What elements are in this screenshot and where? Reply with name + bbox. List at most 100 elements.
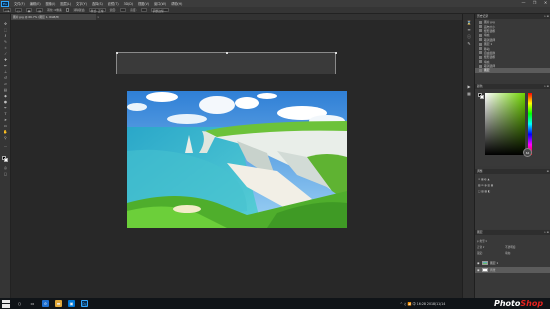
subtract-selection-button[interactable]: ▤ <box>36 7 44 13</box>
color-picker-field[interactable] <box>485 93 525 155</box>
dodge-tool-icon[interactable]: ● <box>3 100 8 104</box>
opacity-field[interactable]: 不透明度: <box>505 245 516 249</box>
search-icon[interactable]: ○ <box>16 300 23 307</box>
close-icon[interactable]: ✕ <box>543 1 548 5</box>
screen-mode-icon[interactable]: ▢ <box>3 172 8 176</box>
eyedropper-tool-icon[interactable]: ⁄ <box>3 52 8 56</box>
color-panel-title[interactable]: 颜色 <box>477 84 483 89</box>
history-panel-icon[interactable]: ⌛ <box>466 20 472 25</box>
layers-panel-header: 图层 » ≡ <box>475 230 550 235</box>
adjustment-row[interactable]: ☀ ▦ ◐ ▲ <box>478 177 490 181</box>
adjustments-panel-title[interactable]: 调整 <box>477 169 483 174</box>
background-color-swatch[interactable] <box>4 158 8 162</box>
more-tools-icon[interactable]: … <box>3 144 8 148</box>
history-item-label: 自由变换 <box>484 50 496 55</box>
zoom-tool-icon[interactable]: ⚲ <box>3 136 8 140</box>
gradient-tool-icon[interactable]: ▤ <box>3 88 8 92</box>
panel-menu-icon[interactable]: ≡ <box>547 169 549 174</box>
visibility-eye-icon[interactable]: ◉ <box>477 261 480 265</box>
history-state-icon <box>479 60 482 64</box>
minimize-icon[interactable]: — <box>521 1 526 5</box>
history-state-icon <box>479 64 482 68</box>
feather-field[interactable]: 羽化: 0像素 <box>47 8 62 12</box>
crop-tool-icon[interactable]: ⌗ <box>3 46 8 50</box>
actions-panel-icon[interactable]: ▶ <box>466 84 472 89</box>
refine-edge-button[interactable]: 调整边缘... <box>150 7 169 13</box>
blend-mode-dropdown[interactable]: 正常 ▾ <box>477 245 484 249</box>
background-color-chip[interactable] <box>480 95 484 99</box>
type-tool-icon[interactable]: T <box>3 112 8 116</box>
marquee-tool-icon[interactable]: ⬚ <box>3 28 8 32</box>
options-bar: ▭▾ ▢ ▣ ▤ 羽化: 0像素 消除锯齿 样式: 正常 宽度: 高度: 调整边… <box>0 7 550 14</box>
history-item[interactable]: 图层 <box>475 68 550 73</box>
adjustment-row[interactable]: □ ▨ ▩ ◧ <box>478 189 490 193</box>
properties-panel-icon[interactable]: ≡ <box>466 27 472 32</box>
layer-filter-dropdown[interactable]: ρ 类型 ▾ <box>477 239 487 243</box>
quick-select-tool-icon[interactable]: ✎ <box>3 40 8 44</box>
healing-brush-tool-icon[interactable]: ✚ <box>3 58 8 62</box>
eraser-tool-icon[interactable]: ▱ <box>3 82 8 86</box>
adjustment-row[interactable]: ▧ ⚖ ◑ ▥ ▦ <box>478 183 493 187</box>
lasso-tool-icon[interactable]: ℓ <box>3 34 8 38</box>
history-panel-title[interactable]: 历史记录 <box>477 14 488 19</box>
photoshop-taskbar-icon[interactable]: Ps <box>81 300 88 307</box>
width-field[interactable] <box>120 7 127 13</box>
transform-handle[interactable] <box>335 52 337 54</box>
hue-slider[interactable] <box>528 93 532 155</box>
system-tray[interactable]: ^ ♫ 📶 中 16:28 2018/11/14 <box>400 301 445 306</box>
color-panel: 颜色 » ≡ 64 <box>475 84 550 166</box>
history-item-label: 图层 1 <box>484 42 493 47</box>
add-selection-button[interactable]: ▣ <box>25 7 33 13</box>
info-panel-icon[interactable]: ⓘ <box>466 34 472 39</box>
tab-close-icon[interactable]: × <box>97 15 100 19</box>
document-image[interactable] <box>127 91 347 228</box>
pen-tool-icon[interactable]: ✒ <box>3 106 8 110</box>
brush-tool-icon[interactable]: ✏ <box>3 64 8 68</box>
file-explorer-icon[interactable]: ▬ <box>55 300 62 307</box>
windows-start-icon[interactable] <box>2 299 10 308</box>
style-dropdown[interactable]: 样式: 正常 <box>88 7 106 13</box>
menu-item-type[interactable]: 文字(Y) <box>76 1 87 6</box>
menu-item-view[interactable]: 视图(V) <box>138 1 149 6</box>
restore-icon[interactable]: ❐ <box>532 1 537 5</box>
transform-handle[interactable] <box>116 52 118 54</box>
lock-controls[interactable]: 锁定: <box>477 251 483 255</box>
tool-preset-picker[interactable]: ▭▾ <box>3 7 12 13</box>
history-panel: 历史记录 » ≡ 图片.jpg 画布大小 矩形选框 填充 取消选择 图层 1 移动 自由变换矩… <box>475 14 550 80</box>
panel-menu-icon[interactable]: » ≡ <box>544 84 549 89</box>
quick-mask-icon[interactable]: ◎ <box>3 166 8 170</box>
fill-field[interactable]: 填充: <box>505 251 511 255</box>
history-brush-tool-icon[interactable]: ↺ <box>3 76 8 80</box>
menu-item-image[interactable]: 图像(I) <box>46 1 56 6</box>
brush-panel-icon[interactable]: ✎ <box>466 41 472 46</box>
panel-menu-icon[interactable]: » ≡ <box>544 230 549 235</box>
transform-handle[interactable] <box>226 52 228 54</box>
panel-menu-icon[interactable]: » ≡ <box>544 14 549 19</box>
clone-stamp-tool-icon[interactable]: ⊥ <box>3 70 8 74</box>
swatches-panel-icon[interactable]: ▦ <box>466 91 472 96</box>
hand-tool-icon[interactable]: ✋ <box>3 130 8 134</box>
menu-item-file[interactable]: 文件(F) <box>14 1 25 6</box>
menu-item-edit[interactable]: 编辑(E) <box>30 1 41 6</box>
layer-row[interactable]: ◉ 图层 1 <box>475 260 550 266</box>
new-selection-button[interactable]: ▢ <box>15 7 22 13</box>
menu-item-layer[interactable]: 图层(L) <box>60 1 71 6</box>
layer-row[interactable]: ◉ 背景 <box>475 267 550 273</box>
visibility-eye-icon[interactable]: ◉ <box>477 268 480 272</box>
blur-tool-icon[interactable]: ◆ <box>3 94 8 98</box>
canvas-extension-area[interactable] <box>116 52 337 74</box>
anti-alias-checkbox[interactable] <box>65 8 70 12</box>
edge-browser-icon[interactable]: e <box>42 300 49 307</box>
menu-item-help[interactable]: 帮助(H) <box>171 1 182 6</box>
store-icon[interactable]: ▣ <box>68 300 75 307</box>
menu-item-select[interactable]: 选择(S) <box>92 1 103 6</box>
task-view-icon[interactable]: ▭ <box>29 300 36 307</box>
menu-item-filter[interactable]: 滤镜(T) <box>108 1 119 6</box>
shape-tool-icon[interactable]: ▭ <box>3 124 8 128</box>
layers-panel-title[interactable]: 图层 <box>477 230 483 235</box>
path-select-tool-icon[interactable]: ➤ <box>3 118 8 122</box>
move-tool-icon[interactable]: ✥ <box>3 22 8 26</box>
height-field[interactable] <box>140 7 147 13</box>
menu-item-3d[interactable]: 3D(D) <box>124 2 133 6</box>
menu-item-window[interactable]: 窗口(W) <box>154 1 166 6</box>
